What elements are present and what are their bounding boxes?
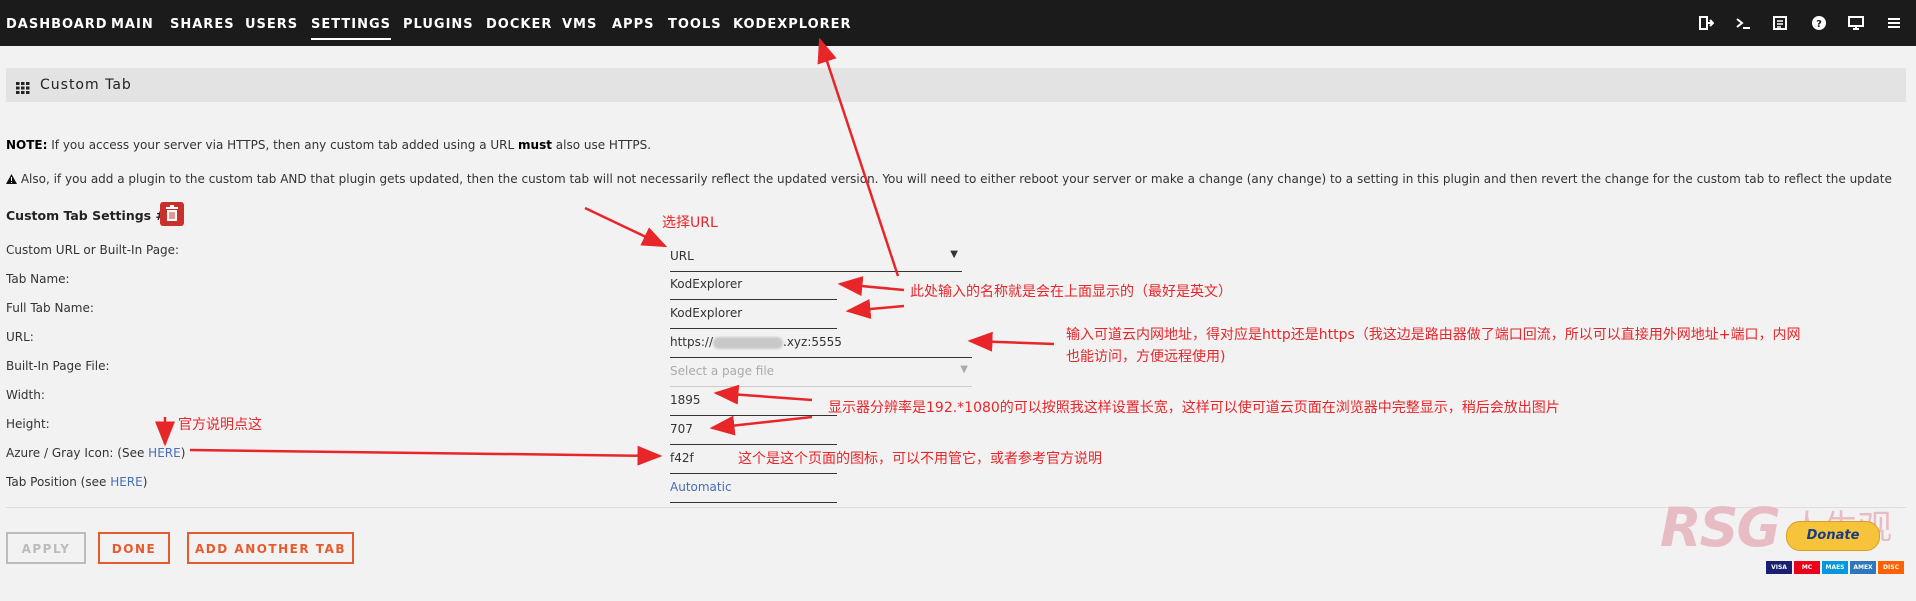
discover-icon: DISC [1878,561,1904,574]
donate-button[interactable]: Donate [1786,521,1880,551]
annotation-size: 显示器分辨率是192.*1080的可以按照我这样设置长宽，这样可以使可道云页面在… [828,400,1560,416]
visa-card-icon: VISA [1766,561,1792,574]
amex-icon: AMEX [1850,561,1876,574]
annotation-icon: 这个是这个页面的图标，可以不用管它，或者参考官方说明 [738,451,1102,467]
annotation-official: 官方说明点这 [178,417,262,433]
payment-cards: VISA MC MAES AMEX DISC [1766,554,1906,574]
maestro-icon: MAES [1822,561,1848,574]
annotation-tab-name: 此处输入的名称就是会在上面显示的（最好是英文） [910,284,1232,300]
watermark-logo: RSG [1660,496,1781,559]
annotation-url-line1: 输入可道云内网地址，得对应是http还是https（我这边是路由器做了端口回流，… [1066,327,1801,343]
mastercard-icon: MC [1794,561,1820,574]
annotation-select-url: 选择URL [662,215,718,231]
annotation-url-line2: 也能访问，方便远程使用) [1066,349,1226,365]
